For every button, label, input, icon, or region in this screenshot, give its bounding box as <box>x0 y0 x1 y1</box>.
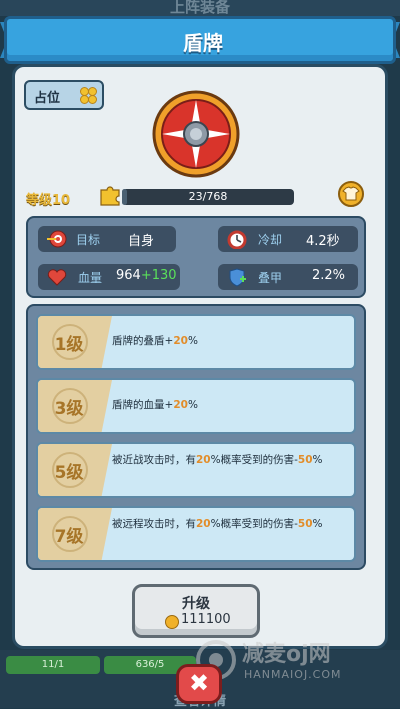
level-label: 等级10 <box>26 193 71 208</box>
level-progress-text: 23/768 <box>188 190 228 203</box>
close-button[interactable]: ✖ <box>176 664 222 704</box>
armor-shield-icon <box>229 268 246 287</box>
effect-level: 1级 <box>54 335 84 355</box>
stat-hp: 血量 964+130 <box>38 264 180 290</box>
effect-row-2: 3级 盾牌的血量+20% <box>36 378 356 434</box>
effect-description: 盾牌的血量+20% <box>112 399 198 411</box>
effect-row-3: 5级 被近战攻击时，有20%概率受到的伤害-50% <box>36 442 356 498</box>
stat-stack: 叠甲 2.2% <box>218 264 358 290</box>
watermark-text: 减麦oj网 <box>242 642 331 667</box>
close-icon: ✖ <box>188 669 210 697</box>
title-ribbon: 盾牌 <box>4 16 396 64</box>
shield-icon <box>152 90 240 178</box>
upgrade-cost: 111100 <box>181 612 231 627</box>
stat-hp-value: 964 <box>116 268 141 283</box>
shirt-icon[interactable] <box>338 181 364 207</box>
upgrade-button[interactable]: 升级 111100 <box>132 584 260 638</box>
upgrade-button-label: 升级 <box>182 596 210 612</box>
effect-row-1: 1级 盾牌的叠盾+20% <box>36 314 356 370</box>
effect-level: 5级 <box>54 463 84 483</box>
stat-stack-label: 叠甲 <box>258 271 283 285</box>
background-bar-1: 11/1 <box>6 656 100 674</box>
effect-level: 7级 <box>54 527 84 547</box>
grid-icon <box>80 87 97 104</box>
level-progress-bar: 23/768 <box>122 189 294 205</box>
effect-level: 3级 <box>54 399 84 419</box>
stopwatch-icon <box>227 230 247 249</box>
stat-target-label: 目标 <box>76 233 101 247</box>
background-header: 上阵装备 <box>0 0 400 16</box>
stat-hp-label: 血量 <box>78 271 103 285</box>
stat-cooldown: 冷却 4.2秒 <box>218 226 358 252</box>
position-button-label: 占位 <box>34 91 61 106</box>
background-title: 上阵装备 <box>169 0 230 16</box>
item-title: 盾牌 <box>183 31 223 55</box>
stat-cooldown-label: 冷却 <box>258 233 283 247</box>
effect-description: 被远程攻击时，有20%概率受到的伤害-50% <box>112 518 323 530</box>
target-icon <box>47 230 67 248</box>
level-effects-list: 1级 盾牌的叠盾+20% 3级 盾牌的血量+20% 5级 被近战攻击时，有20%… <box>26 304 366 570</box>
heart-icon <box>47 269 67 286</box>
stat-target-value: 自身 <box>128 234 155 249</box>
effect-description: 盾牌的叠盾+20% <box>112 335 198 347</box>
puzzle-icon <box>100 186 120 206</box>
stat-hp-bonus: +130 <box>140 268 177 283</box>
coin-icon <box>165 615 179 629</box>
effect-description: 被近战攻击时，有20%概率受到的伤害-50% <box>112 454 323 466</box>
stats-box: 目标 自身 冷却 4.2秒 血量 964+130 叠甲 2.2% <box>26 216 366 298</box>
stat-stack-value: 2.2% <box>312 268 346 283</box>
stat-target: 目标 自身 <box>38 226 176 252</box>
position-button[interactable]: 占位 <box>24 80 104 110</box>
shirt-glyph-icon <box>342 186 360 201</box>
effect-row-4: 7级 被远程攻击时，有20%概率受到的伤害-50% <box>36 506 356 562</box>
watermark-domain: HANMAIOJ.COM <box>244 668 342 681</box>
stat-cooldown-value: 4.2秒 <box>306 234 340 249</box>
